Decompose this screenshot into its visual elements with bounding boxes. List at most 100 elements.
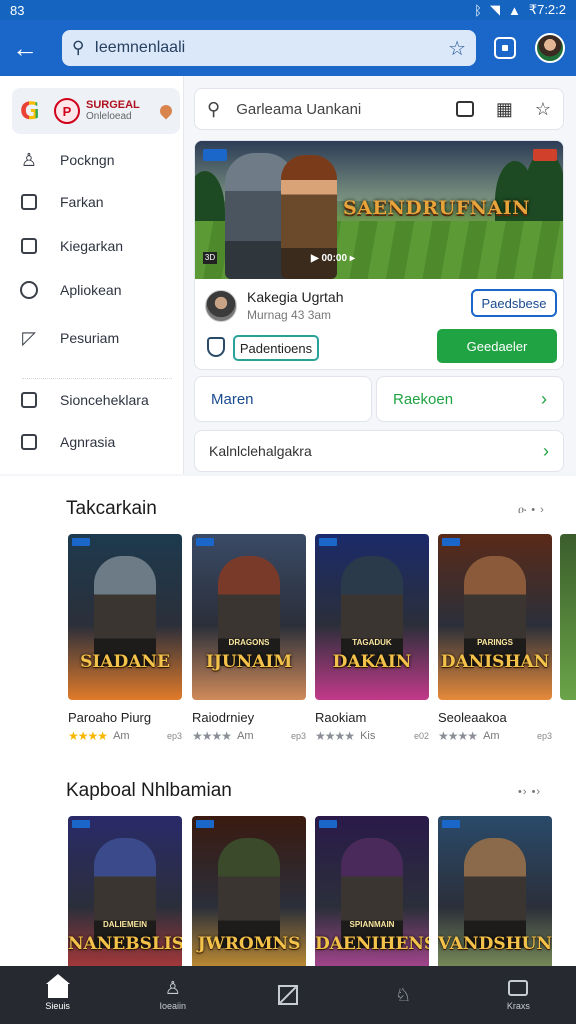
game-size: Am (483, 730, 500, 742)
nav-profile[interactable]: ♙ Ioeaiin (115, 966, 230, 1024)
game-card[interactable]: PARINGS DANISHAN Seoleaakoa ★★★★ Am ep3 (438, 534, 552, 743)
person-icon: ♙ (164, 977, 181, 998)
monitor-icon (508, 979, 529, 997)
cover-badge (196, 538, 214, 546)
game-downloads: ep3 (166, 731, 182, 741)
sidebar-divider (22, 378, 172, 379)
star-icon: ★ (447, 729, 459, 743)
game-cover[interactable]: PARINGS DANISHAN (438, 534, 552, 700)
rating-stars: ★★★★ (438, 729, 478, 743)
user-icon: ♘ (395, 984, 412, 1005)
cover-badge (319, 538, 337, 546)
cover-figure (218, 838, 280, 948)
cover-title: VANDSHUN (438, 934, 552, 954)
section-more[interactable]: •› •› (518, 786, 541, 798)
nav-label: Kraxs (506, 1001, 530, 1011)
developer-row[interactable]: Kakegia Ugrtah Murnag 43 3am (205, 289, 344, 322)
sidebar-item-1[interactable]: Farkan (0, 182, 184, 222)
brand-card[interactable]: G P SURGEAL Onleloead (12, 88, 180, 134)
featured-banner[interactable]: SAENDRUFNAIN 3D ▶ 00:00 ▸ (195, 141, 563, 279)
star-icon: ★ (334, 729, 346, 743)
game-cover[interactable]: VANDSHUN (438, 816, 552, 982)
search-card[interactable]: ⚲ Garleama Uankani ▦ ☆ (194, 88, 564, 130)
wide-link[interactable]: Kalnlclehalgakra › (194, 430, 564, 472)
cover-title: SIADANE (80, 652, 170, 672)
star-icon: ★ (324, 729, 336, 743)
avatar[interactable] (535, 33, 565, 63)
game-cover[interactable]: JWROMNS (192, 816, 306, 982)
back-arrow-icon[interactable]: ← (0, 20, 50, 76)
google-logo-icon: G (20, 97, 48, 125)
grid-icon[interactable]: ▦ (496, 99, 513, 120)
cover-title: DANISHAN (440, 652, 550, 672)
cover-subtitle: PARINGS (477, 638, 513, 647)
banner-tag (533, 149, 557, 161)
search-icon: ⚲ (72, 38, 85, 57)
sidebar-item-0[interactable]: ♙ Pockngn (0, 140, 184, 180)
status-time-right: ₹7:2:2 (528, 2, 566, 17)
cover-badge (319, 820, 337, 828)
star-icon: ★ (438, 729, 449, 743)
star-icon: ★ (211, 729, 223, 743)
game-cover[interactable]: TAGADUK DAKAIN (315, 534, 429, 700)
game-card[interactable]: SIADANE Paroaho Piurg ★★★★ Am ep3 (68, 534, 182, 743)
cover-title: DAENIHENS (315, 934, 429, 954)
shield-icon (207, 337, 225, 357)
pin-icon (157, 102, 175, 120)
card-peek[interactable] (560, 534, 576, 700)
star-icon[interactable]: ☆ (448, 36, 466, 61)
sidebar-item-3[interactable]: Apliokean (0, 270, 184, 310)
bottom-nav: Sieuis ♙ Ioeaiin ♘ Kraxs (0, 966, 576, 1024)
status-bar: 83 ᛒ ◥ ▲ ₹7:2:2 (0, 0, 576, 20)
nav-monitor[interactable]: Kraxs (461, 966, 576, 1024)
game-card[interactable]: VANDSHUN (438, 816, 552, 982)
search-input[interactable]: ⚲ Ieemnenlaali ☆ (62, 30, 476, 66)
game-cover[interactable]: SIADANE (68, 534, 182, 700)
game-cover[interactable]: SPIANMAIN DAENIHENS (315, 816, 429, 982)
cover-subtitle: TAGADUK (352, 638, 392, 647)
search-text: Ieemnenlaali (94, 39, 186, 56)
home-icon (45, 973, 70, 998)
sidebar-item-5[interactable]: Sionceheklara (0, 380, 184, 420)
section-title: Kapboal Nhlbamian (66, 780, 232, 801)
star-icon[interactable]: ☆ (535, 99, 551, 120)
wide-link-label: Kalnlclehalgakra (209, 443, 312, 459)
game-cover[interactable]: DRAGONS IJUNAIM (192, 534, 306, 700)
developer-avatar (205, 289, 237, 322)
game-size: Am (113, 730, 130, 742)
sidebar-item-2[interactable]: Kiegarkan (0, 226, 184, 266)
section-more[interactable]: ዑ • › (518, 504, 545, 517)
follow-button[interactable]: Paedsbese (471, 289, 557, 317)
sidebar-item-label: Pesuriam (60, 330, 120, 346)
square-icon[interactable] (494, 37, 516, 59)
sidebar-item-4[interactable]: ◸ Pesuriam (0, 318, 184, 358)
quick-link-1[interactable]: Raekoen › (376, 376, 564, 422)
game-card[interactable]: SPIANMAIN DAENIHENS (315, 816, 429, 982)
game-card[interactable]: DRAGONS IJUNAIM Raiodrniey ★★★★ Am ep3 (192, 534, 306, 743)
quick-link-0[interactable]: Maren (194, 376, 372, 422)
game-card[interactable]: DALIEMEIN NANEBSLIS (68, 816, 182, 982)
banner-title: SAENDRUFNAIN (343, 197, 531, 219)
cover-badge (196, 820, 214, 828)
box-icon (18, 235, 40, 257)
content-sections: Takcarkain ዑ • › SIADANE Paroaho Piurg ★★★… (0, 476, 576, 982)
cover-figure (94, 838, 156, 948)
cover-figure (94, 556, 156, 666)
message-icon[interactable] (455, 101, 474, 117)
details-chip[interactable]: Padentioens (233, 335, 319, 361)
rating-stars: ★★★★ (68, 729, 108, 743)
sidebar-item-label: Farkan (60, 194, 104, 210)
quick-link-label: Raekoen (393, 390, 454, 408)
nav-user[interactable]: ♘ (346, 966, 461, 1024)
nav-home[interactable]: Sieuis (0, 966, 115, 1024)
cover-title: IJUNAIM (205, 652, 293, 672)
game-card[interactable]: TAGADUK DAKAIN Raokiam ★★★★ Kis e02 (315, 534, 429, 743)
quick-link-label: Maren (211, 390, 254, 408)
cover-figure (218, 556, 280, 666)
nav-slash[interactable] (230, 966, 345, 1024)
video-controls[interactable]: ▶ 00:00 ▸ (311, 253, 355, 264)
game-cover[interactable]: DALIEMEIN NANEBSLIS (68, 816, 182, 982)
game-card[interactable]: JWROMNS (192, 816, 306, 982)
install-button[interactable]: Geedaeler (437, 329, 557, 363)
sidebar-item-6[interactable]: Agnrasia (0, 422, 184, 462)
